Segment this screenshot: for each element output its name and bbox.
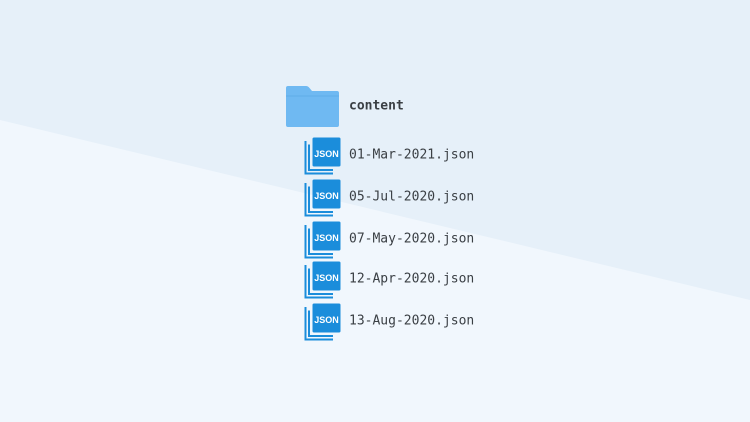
file-item[interactable]: JSON 13-Aug-2020.json	[304, 303, 504, 341]
json-file-icon: JSON	[304, 303, 341, 341]
file-name: 05-Jul-2020.json	[349, 189, 475, 205]
file-tree: content JSON 01-Mar-2021.json JSON 05-Ju…	[0, 0, 750, 422]
json-badge: JSON	[314, 233, 339, 243]
json-badge: JSON	[314, 149, 339, 159]
file-item[interactable]: JSON 01-Mar-2021.json	[304, 137, 504, 175]
json-badge: JSON	[314, 315, 339, 325]
folder-item-content[interactable]: content	[285, 84, 404, 128]
folder-icon	[286, 86, 339, 127]
json-file-icon: JSON	[304, 261, 341, 299]
file-name: 01-Mar-2021.json	[349, 147, 475, 163]
file-name: 12-Apr-2020.json	[349, 271, 475, 287]
json-file-icon: JSON	[304, 221, 341, 259]
file-item[interactable]: JSON 07-May-2020.json	[304, 221, 504, 259]
file-item[interactable]: JSON 05-Jul-2020.json	[304, 179, 504, 217]
file-name: 13-Aug-2020.json	[349, 313, 475, 329]
folder-name: content	[349, 98, 404, 114]
json-badge: JSON	[314, 273, 339, 283]
file-item[interactable]: JSON 12-Apr-2020.json	[304, 261, 504, 299]
json-file-icon: JSON	[304, 179, 341, 217]
json-file-icon: JSON	[304, 137, 341, 175]
json-badge: JSON	[314, 191, 339, 201]
file-name: 07-May-2020.json	[349, 231, 475, 247]
